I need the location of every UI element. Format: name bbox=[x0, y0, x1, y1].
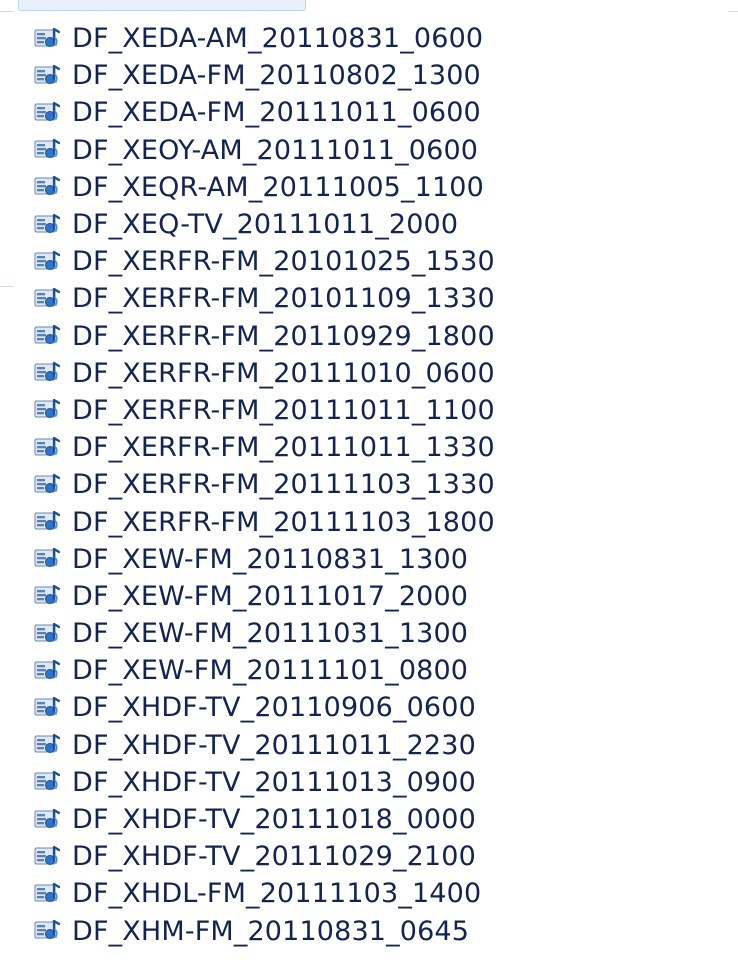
file-name: DF_XERFR-FM_20101025_1530 bbox=[72, 246, 495, 278]
audio-playlist-file-icon bbox=[34, 583, 62, 609]
audio-playlist-file-icon bbox=[34, 63, 62, 89]
audio-playlist-file-icon bbox=[34, 249, 62, 275]
file-row[interactable]: DF_XEQ-TV_20111011_2000 bbox=[0, 206, 738, 243]
file-row[interactable]: DF_XEDA-AM_20110831_0600 bbox=[0, 20, 738, 57]
file-name: DF_XHDF-TV_20111013_0900 bbox=[72, 766, 476, 798]
file-name: DF_XERFR-FM_20111103_1800 bbox=[72, 506, 495, 538]
file-name: DF_XERFR-FM_20111010_0600 bbox=[72, 357, 495, 389]
audio-playlist-file-icon bbox=[34, 769, 62, 795]
file-row[interactable]: DF_XHDF-TV_20111011_2230 bbox=[0, 727, 738, 764]
file-name: DF_XERFR-FM_20111011_1330 bbox=[72, 432, 495, 464]
audio-playlist-file-icon bbox=[34, 695, 62, 721]
file-row[interactable]: DF_XEOY-AM_20111011_0600 bbox=[0, 132, 738, 169]
file-name: DF_XEQ-TV_20111011_2000 bbox=[72, 209, 459, 241]
audio-playlist-file-icon bbox=[34, 732, 62, 758]
file-row[interactable]: DF_XEW-FM_20110831_1300 bbox=[0, 541, 738, 578]
audio-playlist-file-icon bbox=[34, 472, 62, 498]
file-name: DF_XEOY-AM_20111011_0600 bbox=[72, 134, 479, 166]
audio-playlist-file-icon bbox=[34, 844, 62, 870]
file-name: DF_XEDA-AM_20110831_0600 bbox=[72, 23, 484, 55]
file-name: DF_XHDF-TV_20111018_0000 bbox=[72, 804, 476, 836]
file-name: DF_XEQR-AM_20111005_1100 bbox=[72, 171, 484, 203]
file-row[interactable]: DF_XERFR-FM_20111103_1330 bbox=[0, 466, 738, 503]
audio-playlist-file-icon bbox=[34, 918, 62, 944]
file-name: DF_XEDA-FM_20111011_0600 bbox=[72, 97, 481, 129]
file-row[interactable]: DF_XHDF-TV_20110906_0600 bbox=[0, 689, 738, 726]
file-list: DF_XEDA-AM_20110831_0600 DF_XEDA-FM_2011… bbox=[0, 20, 738, 950]
file-row[interactable]: DF_XEW-FM_20111101_0800 bbox=[0, 652, 738, 689]
audio-playlist-file-icon bbox=[34, 286, 62, 312]
file-name: DF_XHDL-FM_20111103_1400 bbox=[72, 878, 482, 910]
file-row[interactable]: DF_XERFR-FM_20111011_1330 bbox=[0, 429, 738, 466]
file-row[interactable]: DF_XEQR-AM_20111005_1100 bbox=[0, 169, 738, 206]
file-row[interactable]: DF_XERFR-FM_20101025_1530 bbox=[0, 243, 738, 280]
file-row[interactable]: DF_XHDF-TV_20111018_0000 bbox=[0, 801, 738, 838]
file-name: DF_XEW-FM_20110831_1300 bbox=[72, 543, 469, 575]
file-name: DF_XEDA-FM_20110802_1300 bbox=[72, 60, 481, 92]
file-name: DF_XERFR-FM_20111103_1330 bbox=[72, 469, 495, 501]
audio-playlist-file-icon bbox=[34, 323, 62, 349]
audio-playlist-file-icon bbox=[34, 509, 62, 535]
file-name: DF_XHDF-TV_20110906_0600 bbox=[72, 692, 476, 724]
file-row[interactable]: DF_XERFR-FM_20111103_1800 bbox=[0, 503, 738, 540]
file-name: DF_XEW-FM_20111101_0800 bbox=[72, 655, 469, 687]
audio-playlist-file-icon bbox=[34, 658, 62, 684]
selected-row-highlight bbox=[18, 0, 306, 11]
file-name: DF_XEW-FM_20111017_2000 bbox=[72, 580, 469, 612]
file-name: DF_XHM-FM_20110831_0645 bbox=[72, 915, 470, 947]
file-row[interactable]: DF_XERFR-FM_20110929_1800 bbox=[0, 318, 738, 355]
file-name: DF_XERFR-FM_20111011_1100 bbox=[72, 394, 495, 426]
file-row[interactable]: DF_XERFR-FM_20111010_0600 bbox=[0, 355, 738, 392]
file-name: DF_XERFR-FM_20101109_1330 bbox=[72, 283, 495, 315]
file-row[interactable]: DF_XHDF-TV_20111013_0900 bbox=[0, 764, 738, 801]
audio-playlist-file-icon bbox=[34, 397, 62, 423]
audio-playlist-file-icon bbox=[34, 435, 62, 461]
audio-playlist-file-icon bbox=[34, 212, 62, 238]
audio-playlist-file-icon bbox=[34, 100, 62, 126]
file-name: DF_XERFR-FM_20110929_1800 bbox=[72, 320, 495, 352]
file-row[interactable]: DF_XEW-FM_20111031_1300 bbox=[0, 615, 738, 652]
file-row[interactable]: DF_XEW-FM_20111017_2000 bbox=[0, 578, 738, 615]
file-row[interactable]: DF_XHDL-FM_20111103_1400 bbox=[0, 875, 738, 912]
window-divider bbox=[728, 11, 738, 12]
file-row[interactable]: DF_XEDA-FM_20111011_0600 bbox=[0, 94, 738, 131]
audio-playlist-file-icon bbox=[34, 174, 62, 200]
audio-playlist-file-icon bbox=[34, 881, 62, 907]
file-row[interactable]: DF_XHDF-TV_20111029_2100 bbox=[0, 838, 738, 875]
file-name: DF_XHDF-TV_20111011_2230 bbox=[72, 729, 476, 761]
file-row[interactable]: DF_XERFR-FM_20101109_1330 bbox=[0, 280, 738, 317]
file-row[interactable]: DF_XHM-FM_20110831_0645 bbox=[0, 913, 738, 950]
file-name: DF_XEW-FM_20111031_1300 bbox=[72, 618, 469, 650]
audio-playlist-file-icon bbox=[34, 26, 62, 52]
audio-playlist-file-icon bbox=[34, 137, 62, 163]
audio-playlist-file-icon bbox=[34, 807, 62, 833]
audio-playlist-file-icon bbox=[34, 546, 62, 572]
audio-playlist-file-icon bbox=[34, 621, 62, 647]
window-divider bbox=[0, 11, 14, 12]
file-name: DF_XHDF-TV_20111029_2100 bbox=[72, 841, 476, 873]
file-row[interactable]: DF_XERFR-FM_20111011_1100 bbox=[0, 392, 738, 429]
file-row[interactable]: DF_XEDA-FM_20110802_1300 bbox=[0, 57, 738, 94]
audio-playlist-file-icon bbox=[34, 360, 62, 386]
